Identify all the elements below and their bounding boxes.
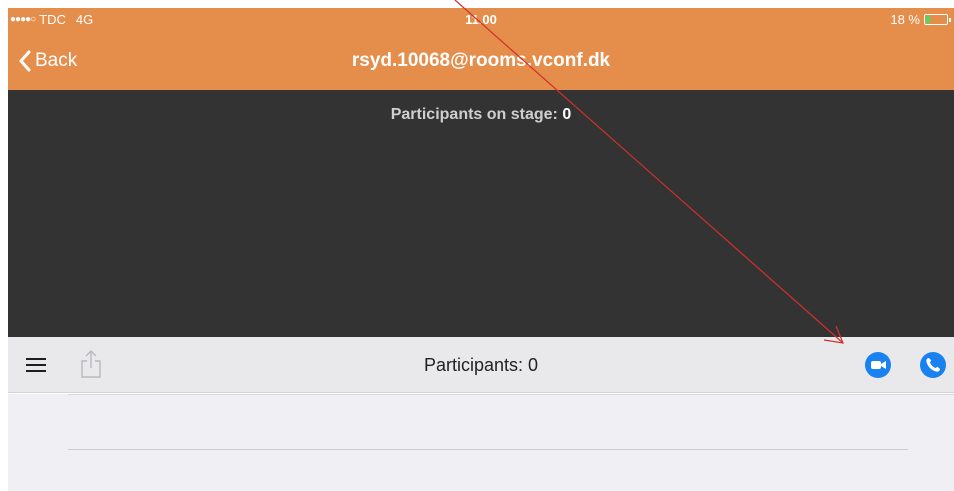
- stage-area: Participants on stage: 0: [8, 90, 954, 337]
- header: ●●●●○ TDC 4G 11.00 18 % Back rsyd.10068@…: [8, 8, 954, 90]
- participants-list: [8, 394, 954, 491]
- battery-level-fill: [926, 16, 930, 23]
- phone-icon[interactable]: [920, 352, 946, 378]
- battery-icon: [924, 14, 951, 25]
- video-camera-icon[interactable]: [865, 352, 891, 378]
- page-title: rsyd.10068@rooms.vconf.dk: [351, 50, 611, 71]
- stage-count: 0: [562, 106, 572, 123]
- participants-toolbar: Participants: 0: [8, 337, 954, 393]
- list-divider: [68, 449, 908, 450]
- list-divider: [68, 394, 954, 395]
- stage-label: Participants on stage:: [390, 106, 558, 123]
- navigation-bar: Back rsyd.10068@rooms.vconf.dk: [8, 30, 954, 90]
- status-right: 18 %: [890, 12, 951, 27]
- status-time: 11.00: [465, 12, 497, 27]
- participants-title: Participants: 0: [423, 355, 539, 375]
- stage-participants-text: Participants on stage: 0: [8, 106, 954, 124]
- app-frame: ●●●●○ TDC 4G 11.00 18 % Back rsyd.10068@…: [8, 8, 954, 491]
- battery-percent: 18 %: [890, 12, 920, 27]
- status-bar: ●●●●○ TDC 4G 11.00 18 %: [8, 8, 954, 30]
